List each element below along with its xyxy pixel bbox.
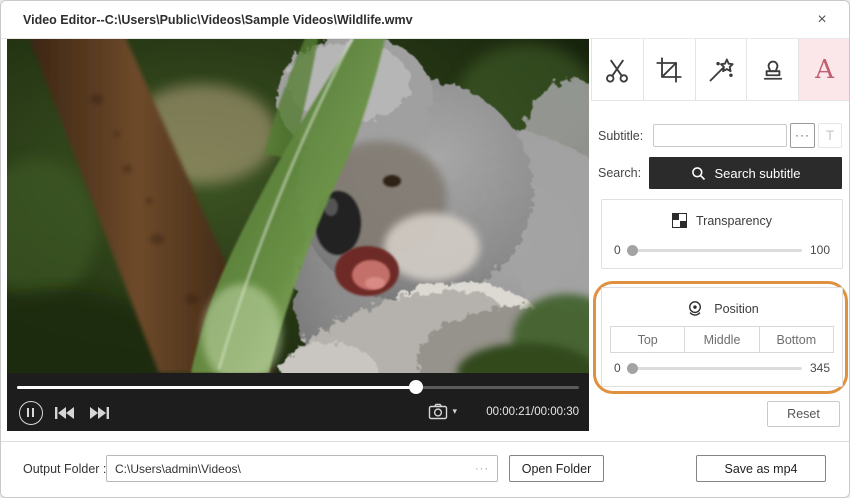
checkerboard-icon [672, 213, 687, 228]
timecode: 00:00:21/00:00:30 [486, 406, 579, 418]
snapshot-caret-icon[interactable]: ▾ [452, 406, 457, 417]
player-controls: ▾ 00:00:21/00:00:30 [7, 397, 589, 431]
tab-effects[interactable] [696, 39, 748, 100]
search-subtitle-label: Search subtitle [715, 166, 801, 181]
tab-trim[interactable] [592, 39, 644, 100]
location-pin-icon [685, 298, 705, 319]
scissors-icon [603, 56, 631, 84]
position-top-button[interactable]: Top [610, 326, 685, 353]
save-as-mp4-button[interactable]: Save as mp4 [696, 455, 826, 482]
search-icon [691, 166, 706, 181]
search-label: Search: [598, 166, 641, 180]
open-folder-button[interactable]: Open Folder [509, 455, 604, 482]
video-frame-koala [7, 39, 589, 373]
edit-toolbar: A [591, 39, 850, 101]
pause-icon[interactable] [19, 401, 43, 425]
subtitle-input[interactable] [653, 124, 787, 147]
skip-forward-icon[interactable] [89, 406, 109, 420]
browse-subtitle-button[interactable]: ··· [790, 123, 815, 148]
skip-back-icon[interactable] [55, 406, 75, 420]
subtitle-label: Subtitle: [598, 129, 643, 143]
output-folder-ellipsis[interactable]: ··· [475, 463, 489, 475]
playback-progress[interactable] [17, 380, 579, 394]
stamp-icon [759, 56, 787, 84]
close-icon[interactable]: × [811, 10, 833, 32]
position-middle-button[interactable]: Middle [684, 326, 759, 353]
position-min: 0 [614, 361, 621, 375]
tab-watermark[interactable] [747, 39, 799, 100]
position-max: 345 [810, 361, 830, 375]
magic-wand-icon [707, 56, 735, 84]
transparency-slider[interactable] [629, 249, 802, 252]
title-bar: Video Editor--C:\Users\Public\Videos\Sam… [1, 1, 849, 39]
output-folder-path: C:\Users\admin\Videos\ [115, 462, 475, 476]
crop-icon [655, 56, 683, 84]
tab-subtitle[interactable]: A [799, 39, 850, 100]
video-player: ▾ 00:00:21/00:00:30 [7, 39, 589, 431]
position-title: Position [714, 302, 758, 316]
subtitle-panel: A Subtitle: ··· T Search: Search subtitl… [591, 39, 850, 441]
position-slider[interactable] [629, 367, 802, 370]
video-editor-window: Video Editor--C:\Users\Public\Videos\Sam… [0, 0, 850, 498]
output-folder-input[interactable]: C:\Users\admin\Videos\ ··· [106, 455, 498, 482]
transparency-panel: Transparency 0 100 [601, 199, 843, 269]
progress-fill [17, 386, 416, 389]
tab-crop[interactable] [644, 39, 696, 100]
transparency-max: 100 [810, 243, 830, 257]
position-slider-handle[interactable] [627, 363, 638, 374]
progress-knob[interactable] [409, 380, 423, 394]
footer-bar: Output Folder : C:\Users\admin\Videos\ ·… [1, 441, 849, 498]
position-buttons: Top Middle Bottom [610, 326, 834, 353]
transparency-slider-handle[interactable] [627, 245, 638, 256]
transparency-min: 0 [614, 243, 621, 257]
search-subtitle-button[interactable]: Search subtitle [649, 157, 842, 189]
camera-icon[interactable] [428, 403, 448, 420]
output-folder-label: Output Folder : [23, 462, 106, 476]
transparency-title: Transparency [696, 214, 772, 228]
position-bottom-button[interactable]: Bottom [759, 326, 834, 353]
reset-button[interactable]: Reset [767, 401, 840, 427]
letter-a-icon: A [815, 55, 834, 85]
text-style-button: T [818, 123, 842, 148]
window-title: Video Editor--C:\Users\Public\Videos\Sam… [23, 13, 413, 27]
snapshot-control[interactable]: ▾ [428, 403, 457, 420]
position-panel: Position Top Middle Bottom 0 345 [601, 287, 843, 387]
